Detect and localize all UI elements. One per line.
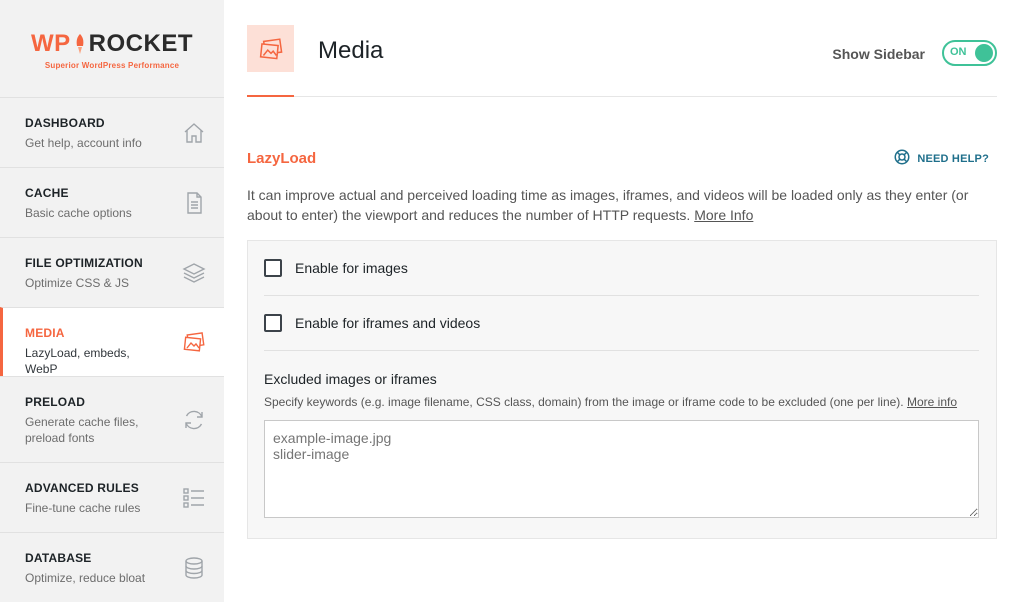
section-title: LazyLoad	[247, 150, 317, 167]
sidebar-item-desc: Fine-tune cache rules	[25, 501, 141, 515]
excluded-label: Excluded images or iframes	[264, 371, 437, 387]
enable-images-label[interactable]: Enable for images	[295, 260, 408, 276]
sidebar-item-file-optimization[interactable]: FILE OPTIMIZATION Optimize CSS & JS	[0, 237, 224, 307]
main-content: Media Show Sidebar ON LazyLoad NEED HELP…	[247, 0, 997, 539]
sidebar-item-desc: LazyLoad, embeds, WebP	[25, 346, 130, 376]
sidebar: WP ROCKET Superior WordPress Performance…	[0, 0, 224, 602]
sidebar-item-cache[interactable]: CACHE Basic cache options	[0, 167, 224, 237]
show-sidebar-toggle[interactable]: ON	[942, 40, 997, 66]
lifebuoy-icon	[893, 148, 911, 169]
excluded-more-info-link[interactable]: More info	[907, 395, 957, 409]
sidebar-item-title: DATABASE	[25, 551, 92, 565]
show-sidebar-label: Show Sidebar	[832, 46, 925, 62]
sidebar-item-title: MEDIA	[25, 326, 65, 340]
option-enable-images[interactable]: Enable for images	[264, 241, 979, 296]
sidebar-item-advanced-rules[interactable]: ADVANCED RULES Fine-tune cache rules	[0, 462, 224, 532]
wp-rocket-logo[interactable]: WP ROCKET Superior WordPress Performance	[0, 0, 224, 97]
more-info-link[interactable]: More Info	[694, 207, 753, 223]
logo-rocket-text: ROCKET	[88, 29, 193, 57]
sidebar-item-title: CACHE	[25, 186, 69, 200]
toggle-state-text: ON	[950, 46, 967, 58]
sidebar-item-database[interactable]: DATABASE Optimize, reduce bloat	[0, 532, 224, 602]
need-help-label: NEED HELP?	[917, 152, 989, 165]
lazyload-options-panel: Enable for images Enable for iframes and…	[247, 240, 997, 539]
excluded-textarea[interactable]	[264, 420, 979, 518]
enable-iframes-label[interactable]: Enable for iframes and videos	[295, 315, 480, 331]
sidebar-item-dashboard[interactable]: DASHBOARD Get help, account info	[0, 97, 224, 167]
lazyload-section-header: LazyLoad NEED HELP?	[247, 147, 997, 181]
excluded-description: Specify keywords (e.g. image filename, C…	[264, 395, 958, 409]
sidebar-item-title: ADVANCED RULES	[25, 481, 139, 495]
sidebar-item-title: DASHBOARD	[25, 116, 105, 130]
checklist-icon	[182, 486, 206, 510]
layers-icon	[182, 261, 206, 285]
home-icon	[182, 121, 206, 145]
logo-tagline: Superior WordPress Performance	[44, 60, 180, 70]
option-enable-iframes[interactable]: Enable for iframes and videos	[264, 296, 979, 351]
sidebar-item-desc: Optimize, reduce bloat	[25, 571, 146, 585]
images-icon	[182, 330, 206, 354]
enable-images-checkbox[interactable]	[264, 259, 282, 277]
document-icon	[182, 191, 206, 215]
refresh-icon	[182, 408, 206, 432]
rocket-icon	[73, 33, 87, 55]
database-icon	[182, 556, 206, 580]
sidebar-item-preload[interactable]: PRELOAD Generate cache files, preload fo…	[0, 376, 224, 462]
media-header-icon	[247, 25, 294, 72]
section-description: It can improve actual and perceived load…	[247, 187, 969, 223]
sidebar-item-desc: Generate cache files, preload fonts	[25, 415, 139, 445]
page-header: Media Show Sidebar ON	[247, 0, 997, 97]
toggle-knob	[975, 44, 993, 62]
enable-iframes-checkbox[interactable]	[264, 314, 282, 332]
sidebar-item-title: PRELOAD	[25, 395, 86, 409]
header-active-underline	[247, 95, 294, 97]
page-title: Media	[318, 37, 384, 64]
sidebar-item-media[interactable]: MEDIA LazyLoad, embeds, WebP	[0, 307, 224, 376]
sidebar-item-desc: Basic cache options	[25, 206, 132, 220]
sidebar-item-title: FILE OPTIMIZATION	[25, 256, 143, 270]
need-help-link[interactable]: NEED HELP?	[893, 148, 989, 169]
logo-wp-text: WP	[30, 29, 71, 57]
sidebar-item-desc: Optimize CSS & JS	[25, 276, 130, 290]
excluded-field: Excluded images or iframes Specify keywo…	[264, 351, 979, 538]
sidebar-item-desc: Get help, account info	[25, 136, 142, 150]
